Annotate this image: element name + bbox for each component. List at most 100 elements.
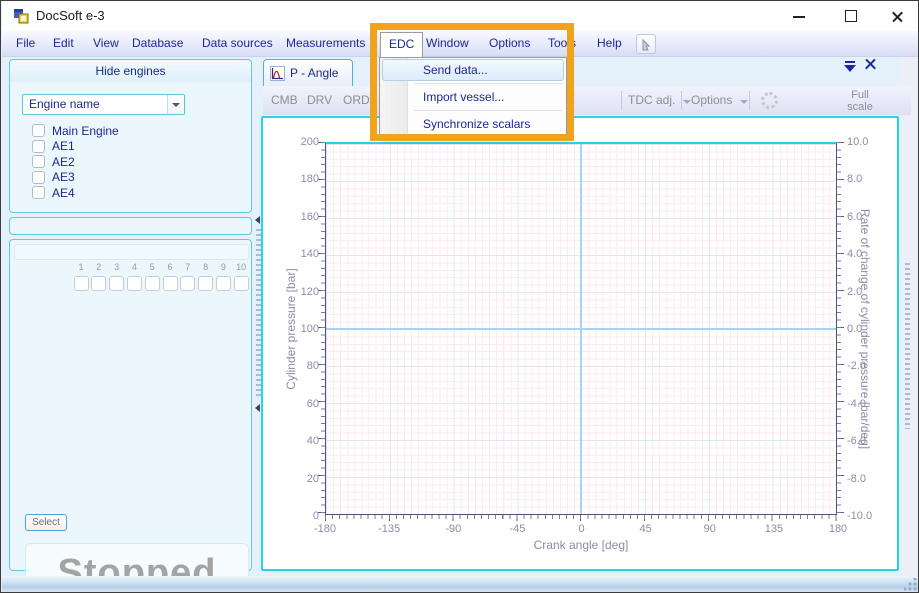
x-tick-label: -90 <box>445 523 461 535</box>
engine-checkbox[interactable] <box>32 155 45 168</box>
engine-row-ae2[interactable]: AE2 <box>32 154 75 169</box>
app-icon <box>13 8 30 24</box>
cylinder-checkbox[interactable] <box>127 276 142 291</box>
document-close-icon[interactable] <box>864 58 877 71</box>
y-right-tick-label: -4.0 <box>847 398 866 410</box>
menu-database[interactable]: Database <box>132 31 183 56</box>
menu-help[interactable]: Help <box>597 31 622 56</box>
cylinder-number: 10 <box>233 262 249 274</box>
cylinder-column-10: 10 <box>233 262 249 291</box>
cylinder-checkbox[interactable] <box>198 276 213 291</box>
resize-grip[interactable] <box>904 578 917 591</box>
splitter-collapse-arrow[interactable] <box>255 216 260 224</box>
x-tick-label: -45 <box>509 523 525 535</box>
maximize-button[interactable] <box>834 1 868 31</box>
minimize-button[interactable] <box>782 1 816 31</box>
menu-item-synchronize-scalars[interactable]: Synchronize scalars <box>382 113 564 135</box>
tdc-adj-button[interactable]: TDC adj. <box>628 86 691 115</box>
engine-label: Main Engine <box>52 124 119 138</box>
menu-options[interactable]: Options <box>489 31 530 56</box>
y-left-minor-ticks <box>321 142 325 516</box>
chevron-down-icon <box>683 100 691 104</box>
menu-item-import-vessel[interactable]: Import vessel... <box>382 86 564 108</box>
title-bar: DocSoft e-3 <box>2 1 919 31</box>
app-window: DocSoft e-3 File Edit View Database Data sou… <box>0 0 919 593</box>
cylinder-number: 2 <box>91 262 107 274</box>
dropdown-button[interactable] <box>167 95 184 114</box>
engine-checkbox[interactable] <box>32 140 45 153</box>
crosshair-horizontal <box>326 328 836 330</box>
x-minor-ticks <box>325 515 838 519</box>
help-pointer-button[interactable] <box>636 34 656 54</box>
control-panel: 12345678910 Select Stopped TCCO Load: 0.… <box>9 239 252 571</box>
chevron-down-icon <box>172 103 180 107</box>
plot-area[interactable] <box>325 142 837 515</box>
engine-row-ae4[interactable]: AE4 <box>32 185 75 200</box>
x-tick-label: 45 <box>640 523 652 535</box>
record-ring-icon[interactable] <box>761 92 778 109</box>
y-right-tick-label: 10.0 <box>847 136 868 148</box>
tab-label: P - Angle <box>290 66 338 80</box>
menu-tools[interactable]: Tools <box>548 31 576 56</box>
ord-button[interactable]: ORD <box>343 86 370 115</box>
engine-checkbox[interactable] <box>32 124 45 137</box>
menu-edit[interactable]: Edit <box>53 31 74 56</box>
menu-separator <box>414 83 563 84</box>
menu-window[interactable]: Window <box>426 31 469 56</box>
engine-checkbox[interactable] <box>32 171 45 184</box>
cylinder-column-3: 3 <box>109 262 125 291</box>
select-button[interactable]: Select <box>25 514 67 531</box>
drv-button[interactable]: DRV <box>307 86 332 115</box>
menu-item-send-data[interactable]: Send data... <box>382 59 564 81</box>
x-tick-label: -180 <box>314 523 336 535</box>
x-tick-label: -135 <box>378 523 400 535</box>
y-left-tick-label: 200 <box>287 136 319 148</box>
cylinder-checkbox[interactable] <box>74 276 89 291</box>
cylinder-checkbox[interactable] <box>163 276 178 291</box>
cylinder-column-2: 2 <box>91 262 107 291</box>
cylinder-number: 8 <box>198 262 214 274</box>
empty-panel <box>9 217 252 235</box>
engine-row-ae3[interactable]: AE3 <box>32 170 75 185</box>
menu-edc[interactable]: EDC <box>380 32 423 57</box>
y-right-tick-label: 8.0 <box>847 173 862 185</box>
options-button[interactable]: Options <box>691 86 748 115</box>
x-tick-label: 0 <box>578 523 584 535</box>
menu-data-sources[interactable]: Data sources <box>202 31 273 56</box>
menu-measurements[interactable]: Measurements <box>286 31 365 56</box>
cylinder-number: 4 <box>126 262 142 274</box>
cylinder-checkbox[interactable] <box>180 276 195 291</box>
engine-name-dropdown[interactable]: Engine name <box>22 94 185 115</box>
window-title: DocSoft e-3 <box>36 1 105 31</box>
y-right-tick-label: -6.0 <box>847 435 866 447</box>
y-left-tick-label: 80 <box>287 360 319 372</box>
edc-dropdown-menu: Send data... Import vessel... Synchronize … <box>379 57 567 137</box>
curve-icon <box>270 66 285 81</box>
engine-checkbox[interactable] <box>32 186 45 199</box>
cylinder-checkbox[interactable] <box>109 276 124 291</box>
y-left-tick-label: 100 <box>287 323 319 335</box>
right-splitter[interactable] <box>905 263 910 429</box>
menu-view[interactable]: View <box>93 31 119 56</box>
y-right-tick-label: 2.0 <box>847 286 862 298</box>
y-right-tick-label: 4.0 <box>847 248 862 260</box>
cmb-button[interactable]: CMB <box>271 86 298 115</box>
y-left-tick-label: 160 <box>287 211 319 223</box>
cylinder-checkbox[interactable] <box>234 276 249 291</box>
menu-file[interactable]: File <box>16 31 35 56</box>
cylinder-checkbox[interactable] <box>145 276 160 291</box>
tab-p-angle[interactable]: P - Angle <box>263 59 353 86</box>
y-right-tick-label: -10.0 <box>847 510 872 522</box>
cylinder-number: 1 <box>73 262 89 274</box>
pin-dropdown-icon[interactable] <box>844 61 856 72</box>
cylinder-checkbox[interactable] <box>216 276 231 291</box>
engine-row-main-engine[interactable]: Main Engine <box>32 123 119 138</box>
full-scale-button[interactable]: Full scale <box>839 88 881 113</box>
cylinder-number: 5 <box>144 262 160 274</box>
splitter-collapse-arrow[interactable] <box>255 404 260 412</box>
chevron-down-icon <box>740 100 748 104</box>
close-button[interactable] <box>880 1 914 31</box>
cylinder-checkbox[interactable] <box>91 276 106 291</box>
engine-row-ae1[interactable]: AE1 <box>32 139 75 154</box>
y-left-tick-label: 120 <box>287 286 319 298</box>
